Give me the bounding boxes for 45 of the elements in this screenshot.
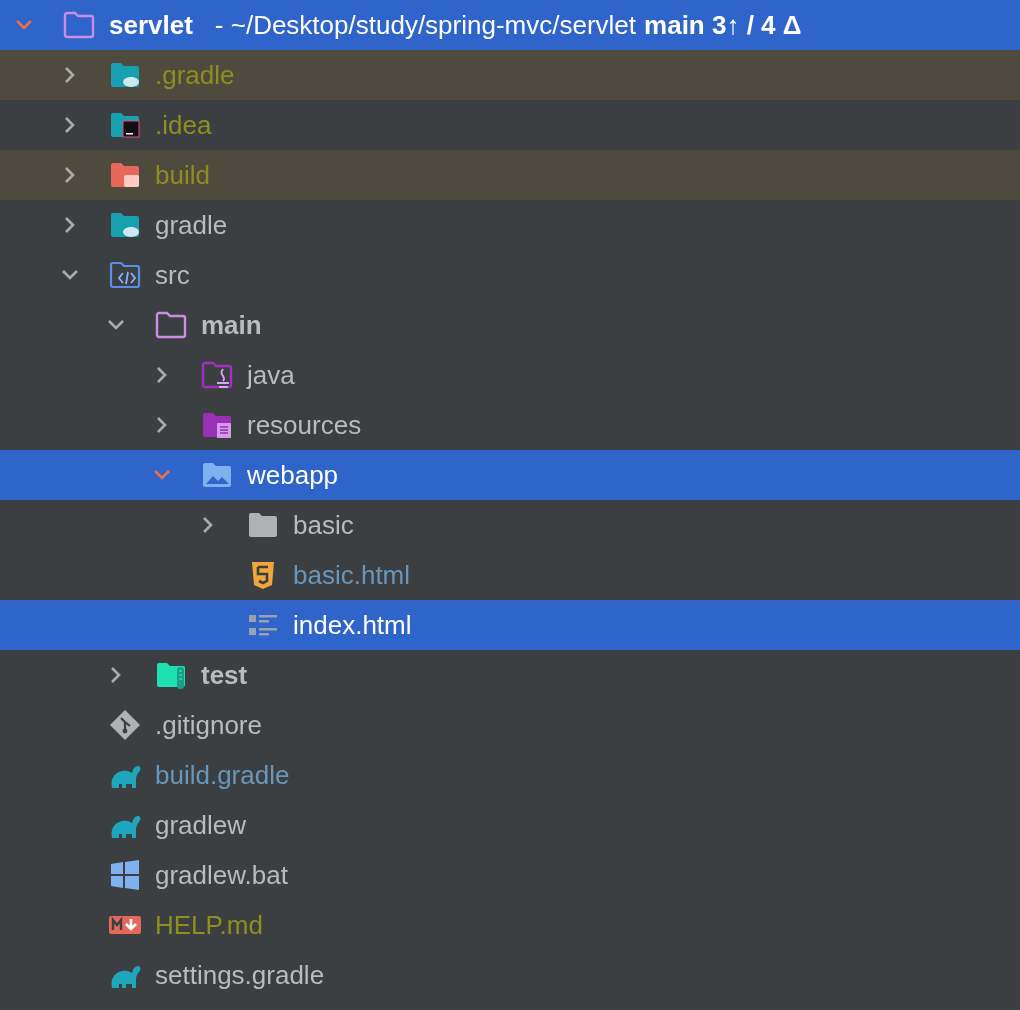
file-name: index.html xyxy=(293,609,412,641)
file-name: gradlew.bat xyxy=(155,859,288,891)
file-name: gradlew xyxy=(155,809,247,841)
tree-row[interactable]: settings.gradle xyxy=(0,950,1020,1000)
tree-row[interactable]: basic xyxy=(0,500,1020,550)
tree-row[interactable]: src xyxy=(0,250,1020,300)
tree-row[interactable]: gradlew xyxy=(0,800,1020,850)
git-diamond-icon xyxy=(109,709,141,741)
file-name: build.gradle xyxy=(155,759,290,791)
tree-row[interactable]: .gitignore xyxy=(0,700,1020,750)
file-name: basic.html xyxy=(293,559,411,591)
tree-row[interactable]: .idea xyxy=(0,100,1020,150)
tree-row[interactable]: gradle xyxy=(0,200,1020,250)
tree-row[interactable]: resources xyxy=(0,400,1020,450)
selected-tree-row[interactable]: index.html xyxy=(0,600,1020,650)
file-name: HELP.md xyxy=(155,909,263,941)
file-name: .idea xyxy=(155,109,212,141)
git-branch-status: main 3↑ / 4 Δ xyxy=(644,9,802,41)
tree-row[interactable]: main xyxy=(0,300,1020,350)
tree-row[interactable]: java xyxy=(0,350,1020,400)
file-name: build xyxy=(155,159,210,191)
tree-row[interactable]: HELP.md xyxy=(0,900,1020,950)
file-name: .gradle xyxy=(155,59,235,91)
tree-row[interactable]: build.gradle xyxy=(0,750,1020,800)
windows-logo-icon xyxy=(109,859,141,891)
project-name: servlet xyxy=(109,9,193,41)
file-name: test xyxy=(201,659,248,691)
folder-outline-icon xyxy=(155,309,187,341)
file-name: main xyxy=(201,309,262,341)
selected-tree-row[interactable]: webapp xyxy=(0,450,1020,500)
folder-code-icon xyxy=(109,259,141,291)
file-name: gradle xyxy=(155,209,228,241)
file-name: .gitignore xyxy=(155,709,262,741)
file-name: resources xyxy=(247,409,362,441)
file-name: java xyxy=(247,359,295,391)
folder-outline-icon xyxy=(63,9,95,41)
project-root-row[interactable]: servlet - ~/Desktop/study/spring-mvc/servlet main 3↑ / 4 Δ xyxy=(0,0,1020,50)
project-path: - ~/Desktop/study/spring-mvc/servlet xyxy=(214,9,637,41)
file-name: src xyxy=(155,259,190,291)
tree-row[interactable]: basic.html xyxy=(0,550,1020,600)
tree-row[interactable]: test xyxy=(0,650,1020,700)
file-name: basic xyxy=(293,509,354,541)
file-name: settings.gradle xyxy=(155,959,325,991)
tree-row[interactable]: gradlew.bat xyxy=(0,850,1020,900)
file-name: webapp xyxy=(247,459,339,491)
